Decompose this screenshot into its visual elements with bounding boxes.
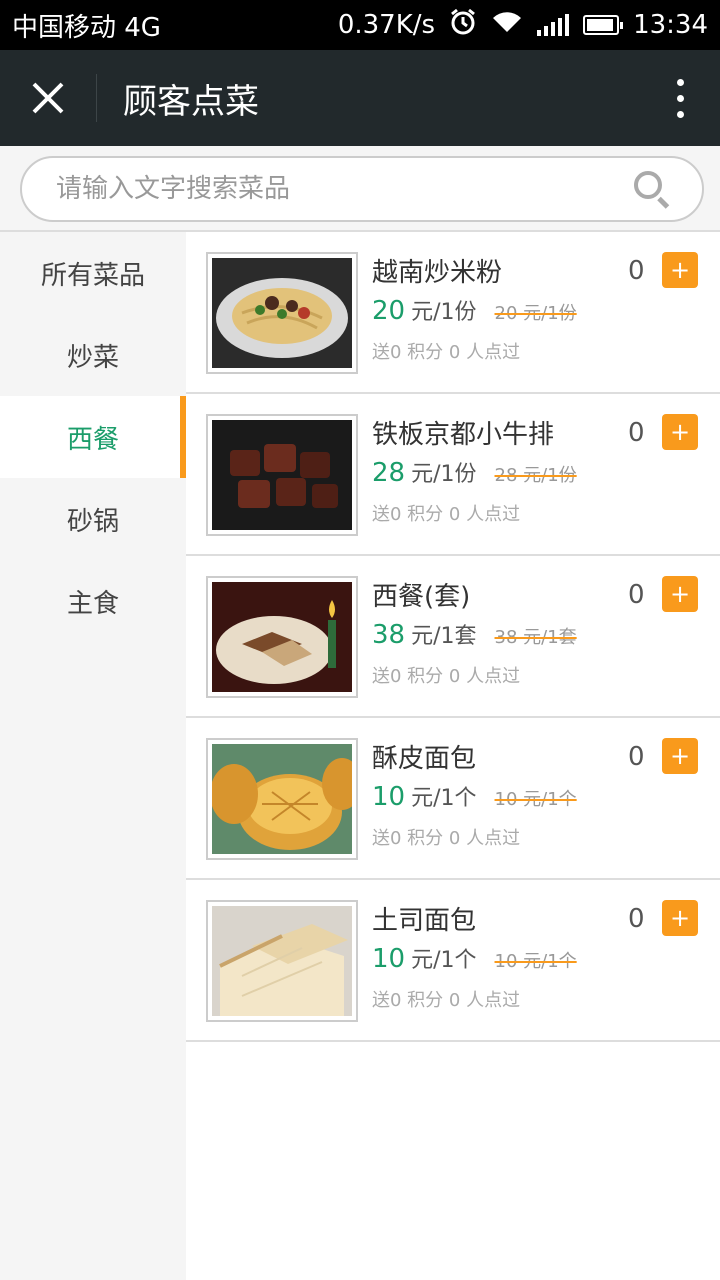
dish-meta: 送0 积分 0 人点过 (372, 504, 521, 525)
title-bar: 顾客点菜 (0, 50, 720, 146)
list-item[interactable]: 酥皮面包 10 元/1个 10 元/1个 送0 积分 0 人点过 0 + (186, 718, 720, 880)
quantity-count: 0 (628, 580, 645, 610)
more-button[interactable] (640, 50, 720, 146)
search-bar (0, 146, 720, 232)
dish-meta: 送0 积分 0 人点过 (372, 342, 521, 363)
dish-meta: 送0 积分 0 人点过 (372, 666, 521, 687)
original-price: 38 元/1套 (494, 627, 577, 648)
dish-image (206, 900, 358, 1022)
battery-icon (583, 15, 624, 35)
search-box (20, 156, 704, 222)
more-vertical-icon (676, 78, 684, 86)
alarm-icon (449, 8, 477, 43)
price-row: 28 元/1份 28 元/1份 (372, 456, 577, 488)
price-row: 38 元/1套 38 元/1套 (372, 618, 577, 650)
dish-image (206, 738, 358, 860)
price-unit: 元/1个 (411, 948, 477, 973)
add-button[interactable]: + (662, 738, 698, 774)
dish-image (206, 414, 358, 536)
dish-name: 铁板京都小牛排 (372, 420, 555, 450)
price-row: 20 元/1份 20 元/1份 (372, 294, 577, 326)
dish-name: 西餐(套) (372, 582, 471, 612)
search-input[interactable] (56, 174, 632, 204)
dish-name: 越南炒米粉 (372, 258, 503, 288)
category-western[interactable]: 西餐 (0, 396, 186, 478)
close-icon (32, 82, 64, 114)
clock: 13:34 (633, 10, 708, 40)
close-button[interactable] (0, 50, 96, 146)
dish-price: 10 (372, 782, 406, 812)
dish-meta: 送0 积分 0 人点过 (372, 828, 521, 849)
category-sidebar: 所有菜品 炒菜 西餐 砂锅 主食 (0, 232, 186, 1280)
category-casserole[interactable]: 砂锅 (0, 478, 186, 560)
add-button[interactable]: + (662, 252, 698, 288)
add-button[interactable]: + (662, 414, 698, 450)
title-divider (96, 74, 97, 122)
page-title: 顾客点菜 (123, 81, 259, 122)
add-button[interactable]: + (662, 576, 698, 612)
list-item[interactable]: 越南炒米粉 20 元/1份 20 元/1份 送0 积分 0 人点过 0 + (186, 232, 720, 394)
price-unit: 元/1份 (411, 300, 477, 325)
list-item[interactable]: 土司面包 10 元/1个 10 元/1个 送0 积分 0 人点过 0 + (186, 880, 720, 1042)
signal-icon (537, 14, 570, 36)
dish-price: 38 (372, 620, 406, 650)
original-price: 28 元/1份 (494, 465, 577, 486)
category-all[interactable]: 所有菜品 (0, 232, 186, 314)
dish-price: 28 (372, 458, 406, 488)
quantity-count: 0 (628, 256, 645, 286)
add-button[interactable]: + (662, 900, 698, 936)
wifi-icon (491, 10, 523, 41)
quantity-count: 0 (628, 418, 645, 448)
dish-price: 10 (372, 944, 406, 974)
category-staple[interactable]: 主食 (0, 560, 186, 642)
original-price: 10 元/1个 (494, 951, 577, 972)
original-price: 20 元/1份 (494, 303, 577, 324)
quantity-count: 0 (628, 742, 645, 772)
list-item[interactable]: 西餐(套) 38 元/1套 38 元/1套 送0 积分 0 人点过 0 + (186, 556, 720, 718)
price-row: 10 元/1个 10 元/1个 (372, 942, 577, 974)
price-unit: 元/1份 (411, 462, 477, 487)
dish-name: 酥皮面包 (372, 744, 477, 774)
dish-price: 20 (372, 296, 406, 326)
price-unit: 元/1套 (411, 624, 477, 649)
carrier-label: 中国移动 4G (12, 12, 161, 43)
dish-image (206, 576, 358, 698)
dish-list: 越南炒米粉 20 元/1份 20 元/1份 送0 积分 0 人点过 0 + 铁板… (186, 232, 720, 1280)
dish-name: 土司面包 (372, 906, 477, 936)
original-price: 10 元/1个 (494, 789, 577, 810)
category-stir-fry[interactable]: 炒菜 (0, 314, 186, 396)
quantity-count: 0 (628, 904, 645, 934)
dish-image (206, 252, 358, 374)
list-item[interactable]: 铁板京都小牛排 28 元/1份 28 元/1份 送0 积分 0 人点过 0 + (186, 394, 720, 556)
price-unit: 元/1个 (411, 786, 477, 811)
network-speed: 0.37K/s (337, 10, 436, 40)
status-bar: 中国移动 4G 0.37K/s 13:34 (0, 0, 720, 50)
price-row: 10 元/1个 10 元/1个 (372, 780, 577, 812)
search-icon[interactable] (632, 169, 672, 209)
dish-meta: 送0 积分 0 人点过 (372, 990, 521, 1011)
